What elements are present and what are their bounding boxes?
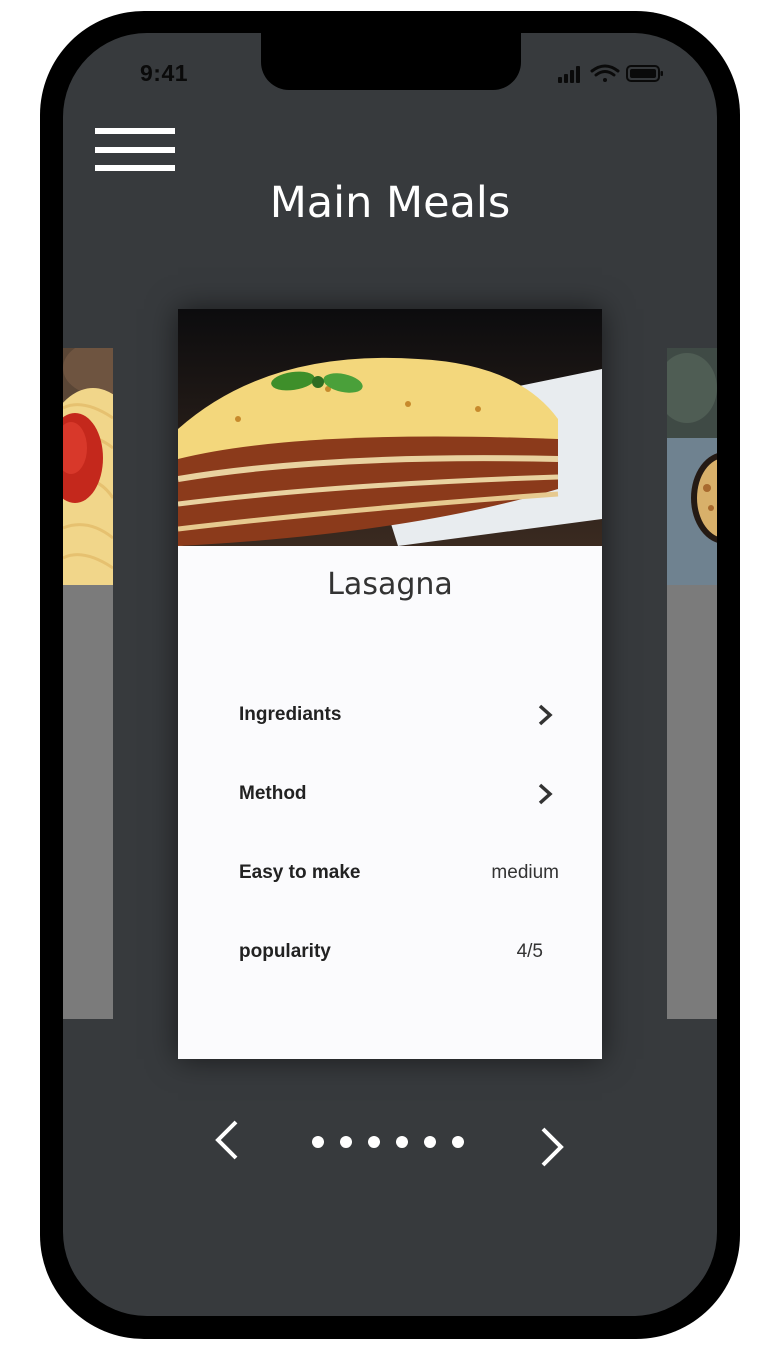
page-title: Main Meals (269, 178, 511, 228)
page-dot[interactable] (424, 1136, 436, 1148)
difficulty-row: Easy to make medium (239, 858, 559, 888)
spaghetti-photo (63, 348, 113, 585)
meal-title: Lasagna (327, 567, 453, 602)
method-row[interactable]: Method (239, 779, 559, 809)
popularity-label: popularity (239, 941, 331, 962)
pasta-bake-photo (667, 348, 717, 585)
device-notch (261, 33, 521, 90)
method-label: Method (239, 783, 307, 804)
ingredients-row[interactable]: Ingrediants (239, 700, 559, 730)
battery-icon (626, 65, 663, 82)
page-dot[interactable] (312, 1136, 324, 1148)
next-meal-card[interactable] (667, 348, 717, 1019)
chevron-right-icon (541, 1127, 564, 1167)
difficulty-label: Easy to make (239, 862, 361, 883)
chevron-right-icon (538, 704, 553, 726)
menu-button[interactable] (95, 128, 175, 172)
popularity-row: popularity 4/5 (239, 937, 559, 967)
wifi-icon (590, 64, 620, 82)
cellular-signal-icon (558, 66, 580, 83)
page-dot[interactable] (340, 1136, 352, 1148)
carousel-pager (0, 1115, 780, 1175)
previous-meal-card[interactable] (63, 348, 113, 1019)
status-icons (558, 64, 663, 83)
status-time: 9:41 (140, 60, 189, 86)
next-button[interactable] (537, 1125, 567, 1175)
difficulty-value: medium (491, 862, 559, 883)
page-dot[interactable] (368, 1136, 380, 1148)
lasagna-photo (178, 309, 602, 546)
chevron-right-icon (538, 783, 553, 805)
ingredients-label: Ingrediants (239, 704, 342, 725)
previous-button[interactable] (212, 1118, 242, 1168)
chevron-left-icon (215, 1120, 238, 1160)
page-dots (312, 1136, 472, 1148)
popularity-value: 4/5 (516, 941, 543, 962)
page-dot[interactable] (452, 1136, 464, 1148)
meal-card: Lasagna Ingrediants Method Easy to make … (178, 309, 602, 1059)
page-dot[interactable] (396, 1136, 408, 1148)
